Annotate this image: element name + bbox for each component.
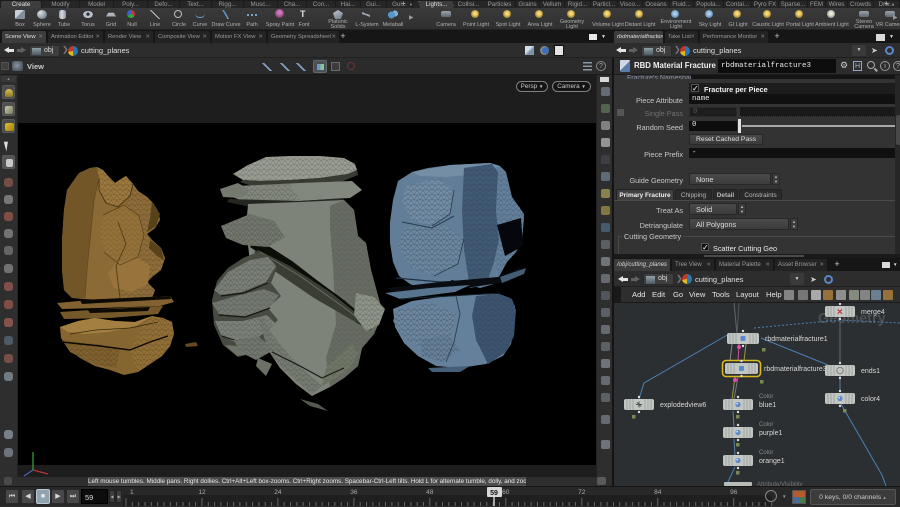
svg-text:merge4: merge4 (861, 309, 885, 316)
svg-text:60: 60 (502, 489, 510, 496)
svg-text:color4: color4 (861, 396, 880, 403)
svg-text:72: 72 (578, 489, 586, 496)
svg-text:48: 48 (426, 489, 434, 496)
svg-text:Color: Color (759, 422, 773, 428)
svg-text:ends1: ends1 (861, 368, 880, 375)
svg-text:1: 1 (130, 489, 134, 496)
svg-text:24: 24 (274, 489, 282, 496)
svg-text:orange1: orange1 (759, 458, 785, 465)
svg-text:Color: Color (759, 450, 773, 456)
svg-text:36: 36 (350, 489, 358, 496)
svg-text:12: 12 (198, 489, 206, 496)
svg-text:59: 59 (490, 490, 498, 497)
svg-text:rbdmaterialfracture1: rbdmaterialfracture1 (765, 336, 828, 343)
svg-text:84: 84 (654, 489, 662, 496)
svg-text:explodedview6: explodedview6 (660, 402, 706, 409)
svg-text:✕: ✕ (837, 308, 844, 317)
svg-text:blue1: blue1 (759, 402, 776, 409)
svg-text:rbdmaterialfracture3: rbdmaterialfracture3 (764, 366, 827, 373)
svg-text:Color: Color (759, 394, 773, 400)
svg-text:purple1: purple1 (759, 430, 782, 437)
svg-text:96: 96 (730, 489, 738, 496)
